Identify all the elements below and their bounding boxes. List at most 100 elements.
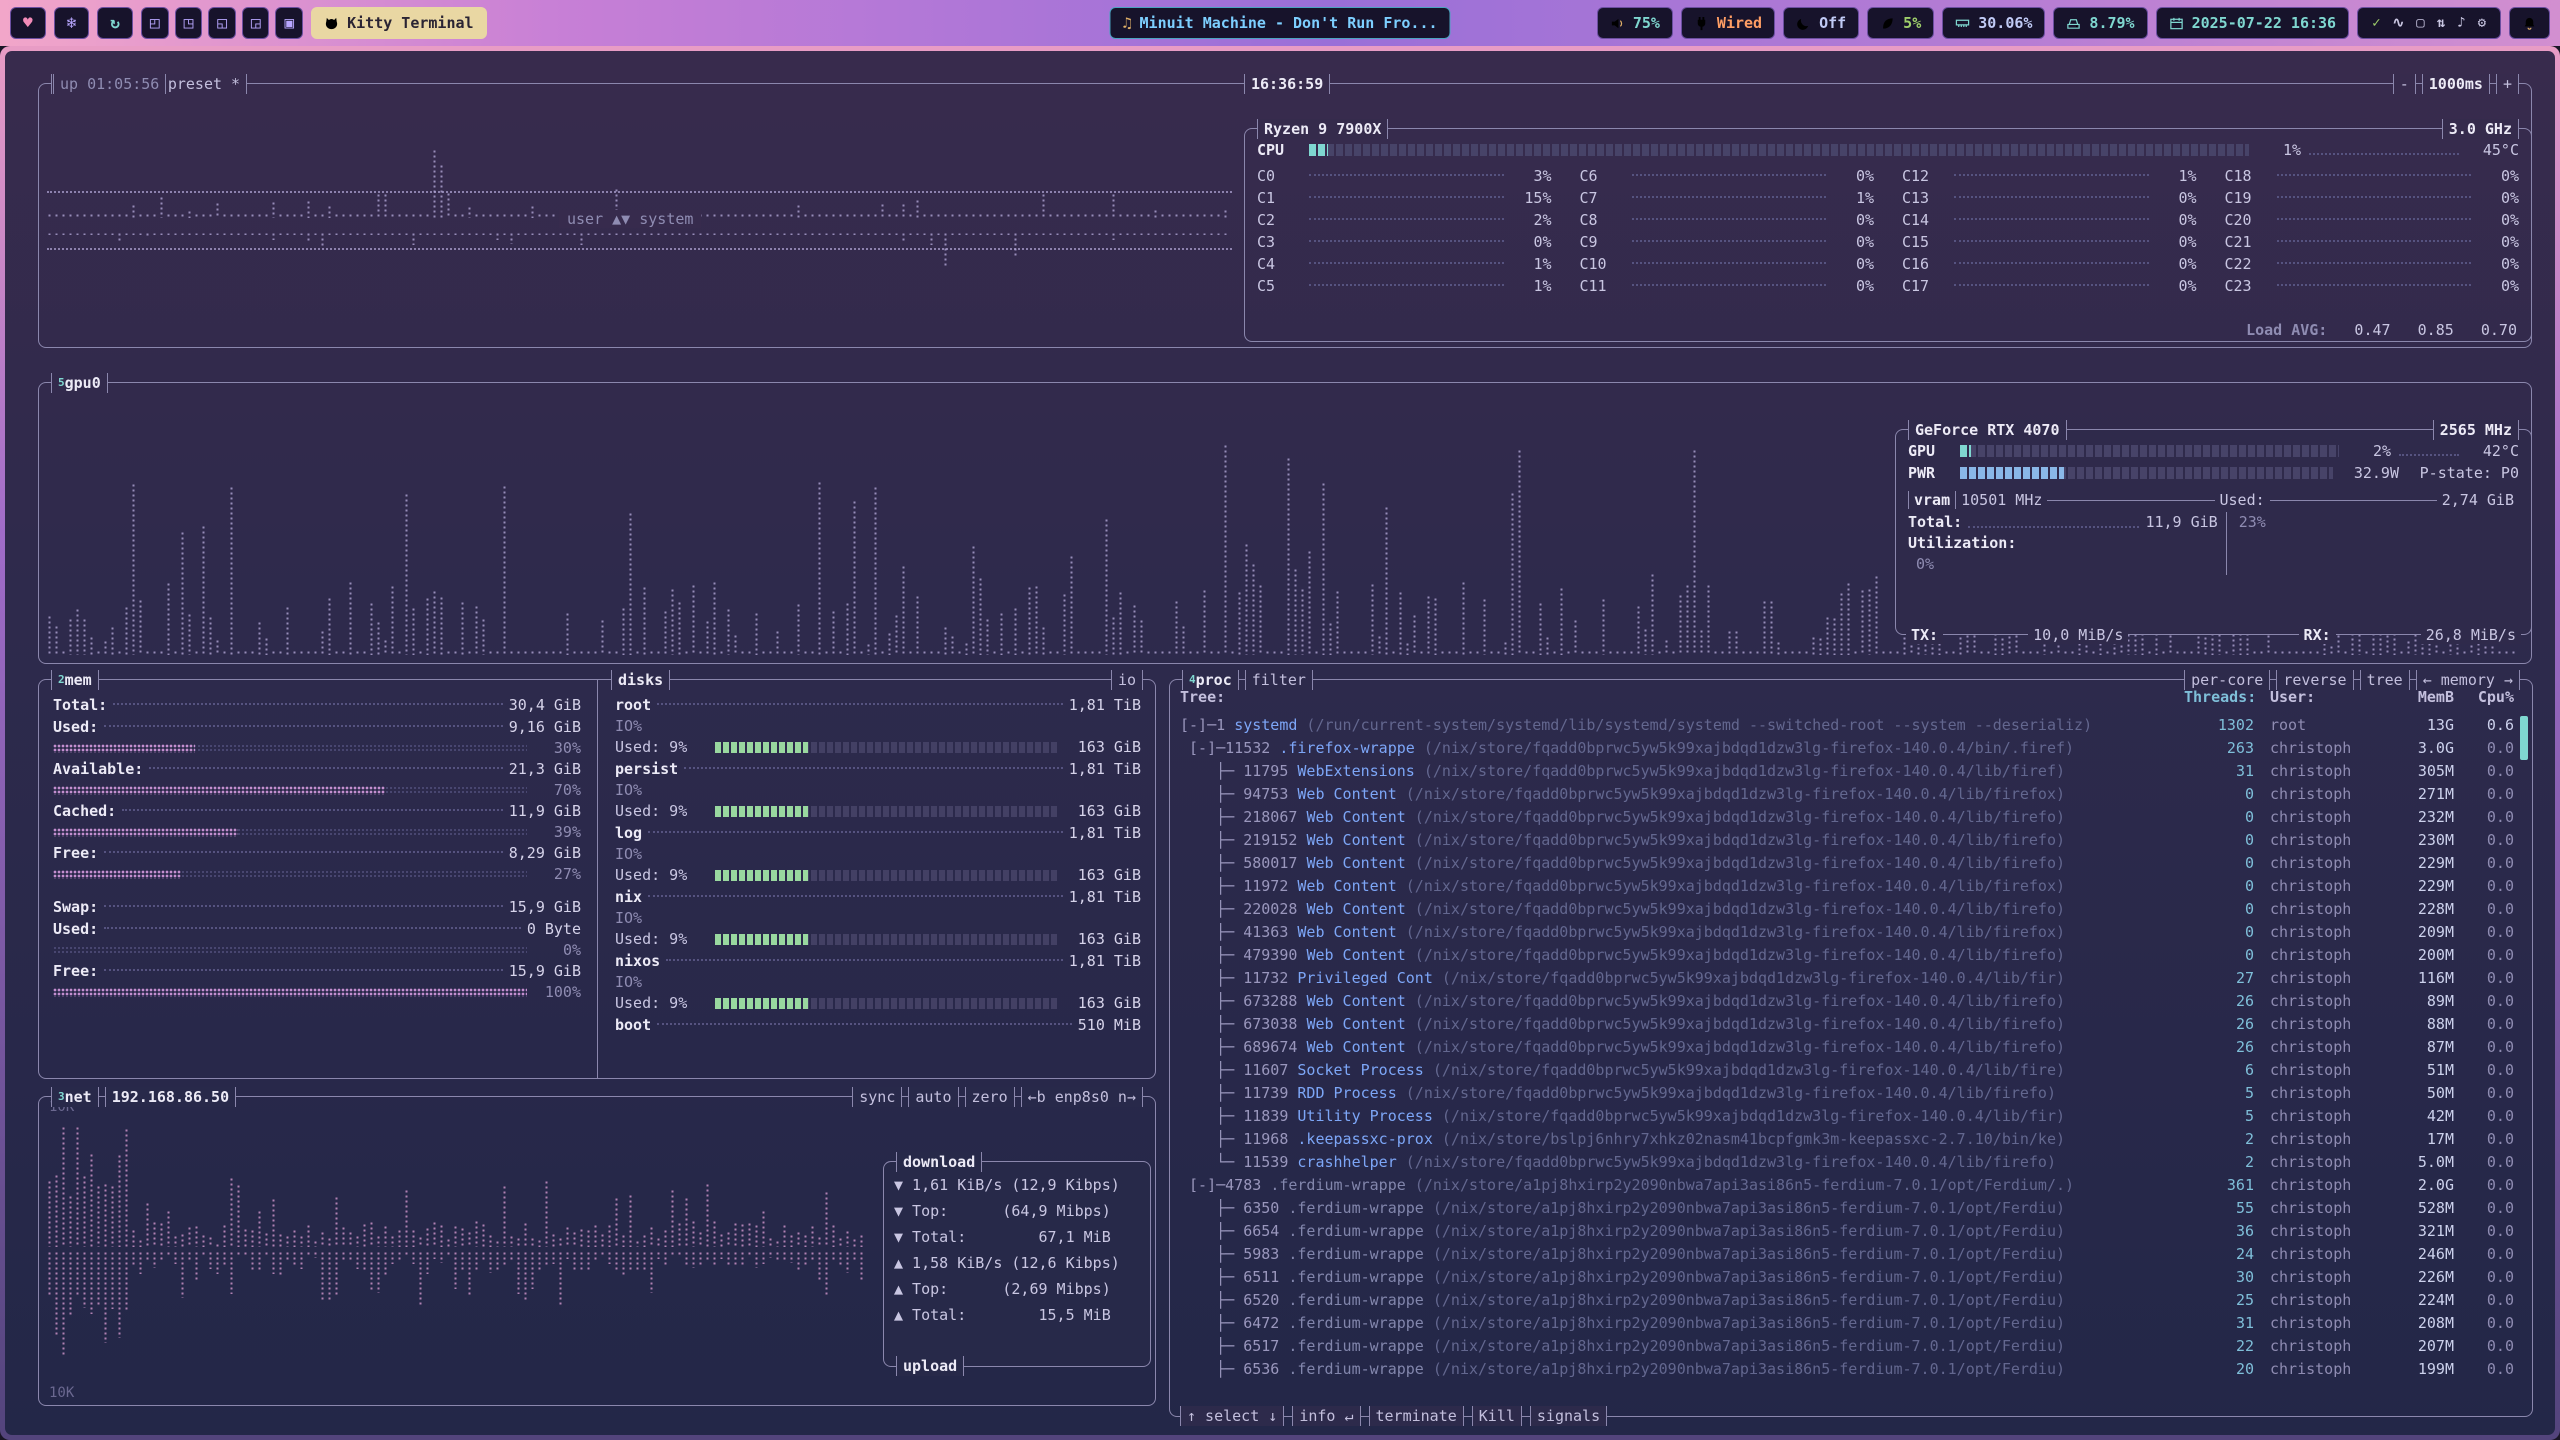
process-row[interactable]: ├─ 6520 .ferdium-wrappe (/nix/store/a1pj… [1180,1289,2514,1312]
process-row[interactable]: ├─ 11968 .keepassxc-prox (/nix/store/bsl… [1180,1128,2514,1151]
core-name: C13 [1902,189,1948,207]
proc-footer-terminate[interactable]: terminate [1369,1406,1464,1426]
process-row[interactable]: ├─ 41363 Web Content (/nix/store/fqadd0b… [1180,921,2514,944]
process-row[interactable]: ├─ 218067 Web Content (/nix/store/fqadd0… [1180,806,2514,829]
process-row[interactable]: ├─ 6350 .ferdium-wrappe (/nix/store/a1pj… [1180,1197,2514,1220]
proc-footer-signals[interactable]: signals [1530,1406,1607,1426]
tab-proc[interactable]: 4proc [1182,670,1239,690]
workspace-button[interactable]: ◳ [175,7,203,39]
notifications-module[interactable] [2509,7,2550,39]
graph-column [474,1251,479,1271]
process-row[interactable]: ├─ 11607 Socket Process (/nix/store/fqad… [1180,1059,2514,1082]
volume-module[interactable]: 75% [1597,7,1673,39]
process-row[interactable]: ├─ 580017 Web Content (/nix/store/fqadd0… [1180,852,2514,875]
graph-column [754,1251,759,1268]
process-row[interactable]: [-]─4783 .ferdium-wrappe (/nix/store/a1p… [1180,1174,2514,1197]
graph-column [845,1230,850,1247]
graph-column [2049,650,2054,655]
proc-button-reverse[interactable]: reverse [2276,670,2353,690]
proc-sort-selector[interactable]: ← memory → [2416,670,2520,690]
process-row[interactable]: ├─ 5983 .ferdium-wrappe (/nix/store/a1pj… [1180,1243,2514,1266]
interval-increase-button[interactable]: + [2496,74,2519,94]
tray-icon[interactable]: ⚙ [2476,15,2488,31]
tray-icon[interactable]: ∿ [2391,15,2407,31]
net-interface-selector[interactable]: ←b enp8s0 n→ [1021,1087,1143,1107]
tab-mem[interactable]: 2mem [51,670,99,690]
proc-footer--select-[interactable]: ↑ select ↓ [1180,1406,1284,1426]
preset-button[interactable]: preset * [161,74,247,94]
process-row[interactable]: ├─ 11839 Utility Process (/nix/store/fqa… [1180,1105,2514,1128]
load-average-label: Load AVG: [2246,321,2336,339]
core-leader [1632,240,1827,242]
network-module[interactable]: Wired [1681,7,1775,39]
gpu-panel-title: gpu0 [65,374,101,392]
graph-column [2301,650,2306,655]
process-row[interactable]: ├─ 11795 WebExtensions (/nix/store/fqadd… [1180,760,2514,783]
proc-footer-Kill[interactable]: Kill [1472,1406,1522,1426]
nix-button[interactable]: ❄ [54,7,90,39]
workspace-button[interactable]: ◰ [141,7,169,39]
process-row[interactable]: ├─ 11732 Privileged Cont (/nix/store/fqa… [1180,967,2514,990]
proc-button-per-core[interactable]: per-core [2184,670,2270,690]
net-button-auto[interactable]: auto [908,1087,958,1107]
process-row[interactable]: ├─ 11972 Web Content (/nix/store/fqadd0b… [1180,875,2514,898]
workspace-button[interactable]: ▣ [275,7,303,39]
header-tree[interactable]: Tree: [1180,688,1225,706]
process-row[interactable]: ├─ 220028 Web Content (/nix/store/fqadd0… [1180,898,2514,921]
process-scrollbar[interactable] [2520,716,2528,760]
process-row[interactable]: ├─ 6536 .ferdium-wrappe (/nix/store/a1pj… [1180,1358,2514,1381]
refresh-button[interactable]: ↻ [97,7,133,39]
process-row[interactable]: ├─ 673288 Web Content (/nix/store/fqadd0… [1180,990,2514,1013]
process-threads: 22 [2184,1335,2254,1358]
process-row[interactable]: ├─ 6654 .ferdium-wrappe (/nix/store/a1pj… [1180,1220,2514,1243]
process-tree: ├─ 220028 [1180,898,1306,921]
process-row[interactable]: ├─ 6472 .ferdium-wrappe (/nix/store/a1pj… [1180,1312,2514,1335]
media-player-module[interactable]: ♫ Minuit Machine - Don't Run Fro... [1109,7,1450,39]
distro-menu-button[interactable]: ♥ [10,7,46,39]
process-row[interactable]: ├─ 479390 Web Content (/nix/store/fqadd0… [1180,944,2514,967]
io-mode-button[interactable]: io [1111,670,1143,690]
process-row[interactable]: ├─ 6517 .ferdium-wrappe (/nix/store/a1pj… [1180,1335,2514,1358]
header-user[interactable]: User: [2254,688,2374,706]
process-user: christoph [2254,783,2374,806]
tray-icon[interactable]: ✓ [2370,15,2382,31]
core-name: C11 [1580,277,1626,295]
process-row[interactable]: ├─ 689674 Web Content (/nix/store/fqadd0… [1180,1036,2514,1059]
graph-column [530,205,535,218]
tray-icon[interactable]: ⇅ [2435,15,2447,31]
process-row[interactable]: ├─ 673038 Web Content (/nix/store/fqadd0… [1180,1013,2514,1036]
memory-module[interactable]: 30.06% [1942,7,2045,39]
interval-decrease-button[interactable]: - [2393,74,2416,94]
disk-module[interactable]: 8.79% [2053,7,2147,39]
header-mem[interactable]: MemB [2374,688,2454,706]
process-row[interactable]: ├─ 11739 RDD Process (/nix/store/fqadd0b… [1180,1082,2514,1105]
graph-column [355,232,360,235]
net-button-zero[interactable]: zero [965,1087,1015,1107]
disks-section-title[interactable]: disks [611,670,670,690]
idle-inhibitor-module[interactable]: Off [1783,7,1859,39]
tab-gpu[interactable]: 5gpu0 [51,373,108,393]
graph-column [621,1251,626,1276]
kitty-terminal-button[interactable]: Kitty Terminal [311,7,486,39]
header-threads[interactable]: Threads: [2184,688,2254,706]
cpu-usage-module[interactable]: 5% [1867,7,1934,39]
graph-column [299,1235,304,1247]
workspace-button[interactable]: ◲ [242,7,270,39]
filter-button[interactable]: filter [1245,670,1313,690]
graph-column [68,1195,73,1247]
tray-icon[interactable]: ♪ [2455,15,2467,31]
process-row[interactable]: [-]─11532 .firefox-wrappe (/nix/store/fq… [1180,737,2514,760]
proc-footer-info-[interactable]: info ↵ [1292,1406,1360,1426]
process-row[interactable]: [-]─1 systemd (/run/current-system/syste… [1180,714,2514,737]
proc-button-tree[interactable]: tree [2360,670,2410,690]
process-row[interactable]: ├─ 6511 .ferdium-wrappe (/nix/store/a1pj… [1180,1266,2514,1289]
process-row[interactable]: ├─ 219152 Web Content (/nix/store/fqadd0… [1180,829,2514,852]
graph-column [810,213,815,218]
process-row[interactable]: ├─ 94753 Web Content (/nix/store/fqadd0b… [1180,783,2514,806]
tab-net[interactable]: 3net [51,1087,99,1107]
tray-icon[interactable]: ▢ [2414,15,2426,31]
workspace-button[interactable]: ◱ [208,7,236,39]
process-row[interactable]: └─ 11539 crashhelper (/nix/store/fqadd0b… [1180,1151,2514,1174]
clock-module[interactable]: 2025-07-22 16:36 [2156,7,2350,39]
net-button-sync[interactable]: sync [852,1087,902,1107]
